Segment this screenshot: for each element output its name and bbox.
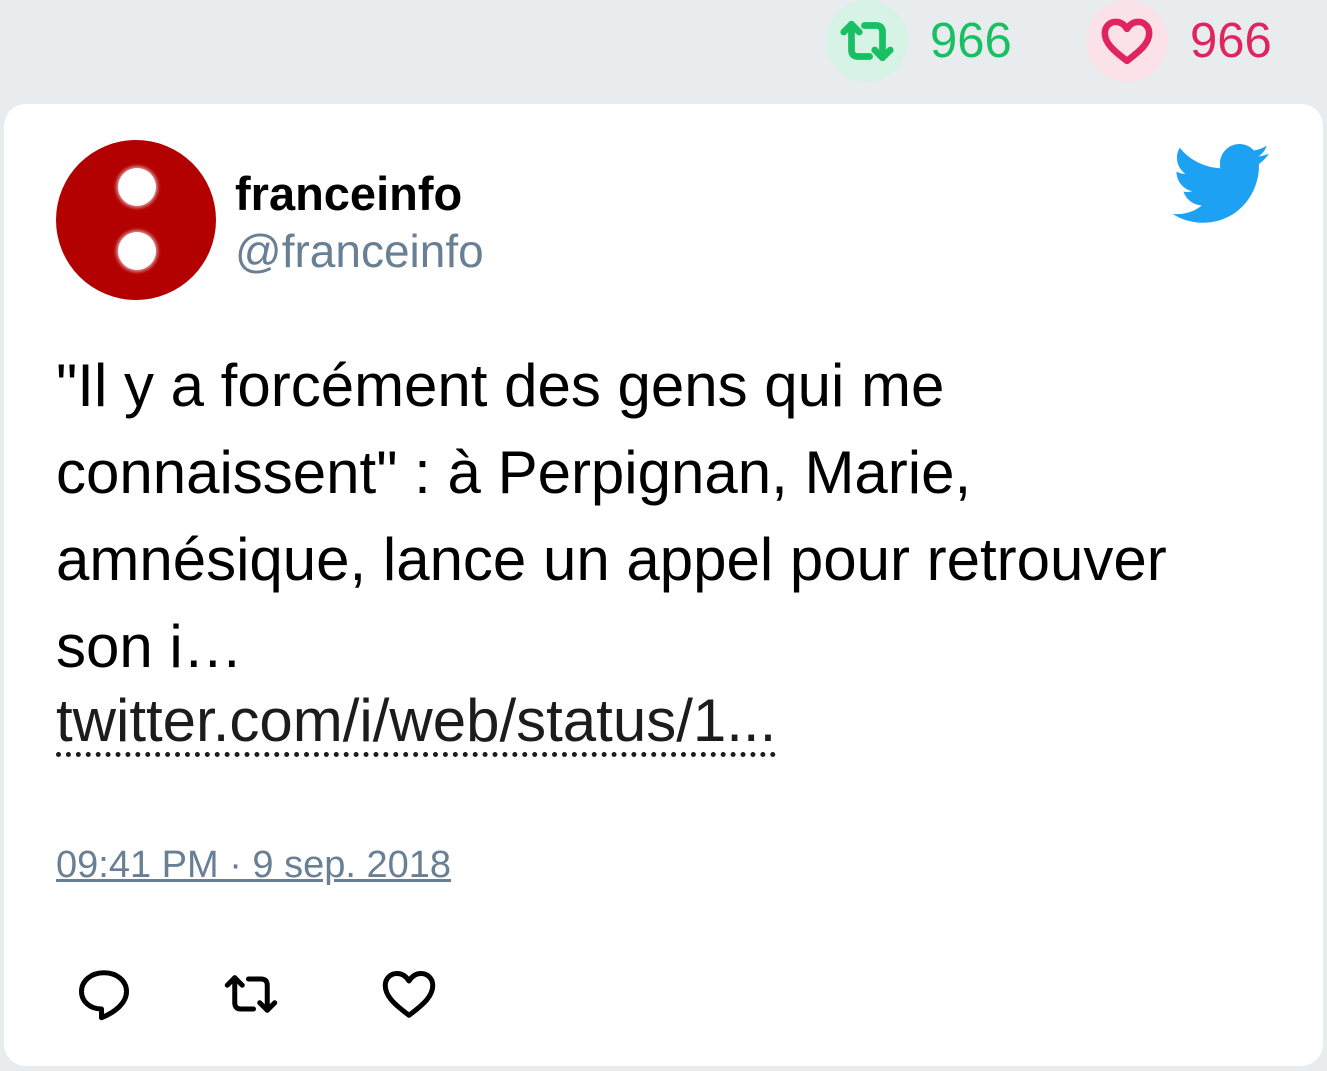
like-stat[interactable]: 966: [1086, 0, 1272, 82]
reply-icon[interactable]: [74, 964, 134, 1029]
retweet-count: 966: [930, 13, 1012, 68]
retweet-icon[interactable]: [219, 964, 283, 1029]
like-count: 966: [1190, 13, 1272, 68]
like-stat-icon[interactable]: [1086, 0, 1168, 82]
avatar-dot-bottom: [118, 232, 156, 270]
tweet-text: "Il y a forcément des gens qui me connai…: [56, 352, 1167, 680]
retweet-stat-icon[interactable]: [826, 0, 908, 82]
author-name[interactable]: franceinfo: [235, 166, 462, 221]
twitter-bird-icon[interactable]: [1172, 144, 1272, 231]
tweet-link[interactable]: twitter.com/i/web/status/1...: [56, 690, 777, 757]
avatar-dot-top: [118, 168, 156, 206]
avatar[interactable]: [56, 140, 216, 300]
engagement-bar: 966 966: [0, 0, 1327, 100]
retweet-stat[interactable]: 966: [826, 0, 1012, 82]
tweet-card: franceinfo @franceinfo "Il y a forcément…: [4, 104, 1323, 1066]
tweet-timestamp[interactable]: 09:41 PM · 9 sep. 2018: [56, 844, 451, 887]
author-handle[interactable]: @franceinfo: [235, 224, 484, 278]
like-icon[interactable]: [379, 964, 439, 1029]
